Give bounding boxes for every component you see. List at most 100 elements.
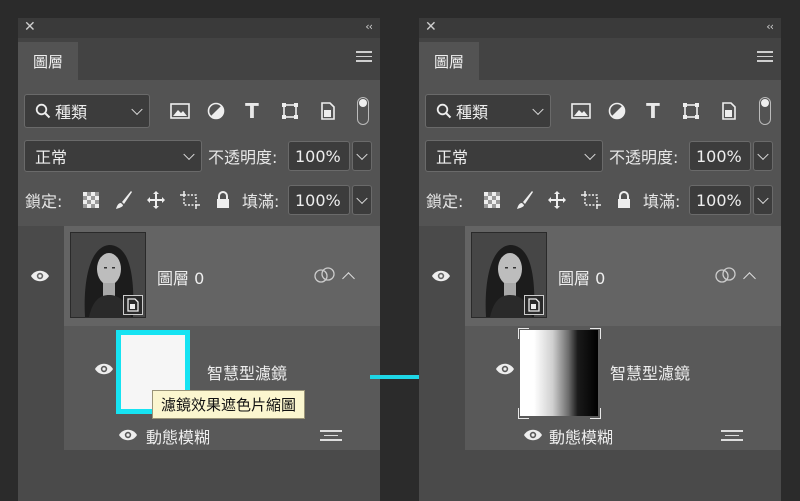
opacity-input[interactable]: 100%	[288, 141, 350, 171]
close-icon[interactable]: ✕	[24, 19, 36, 35]
smart-filter-link-icon	[314, 267, 335, 283]
smart-object-filter-icon[interactable]	[717, 94, 741, 128]
opacity-dropdown[interactable]	[352, 141, 372, 171]
lock-label: 鎖定:	[426, 192, 464, 211]
filter-mask-thumbnail-gradient[interactable]	[520, 330, 598, 416]
smart-object-badge-icon	[524, 295, 544, 315]
layer-thumbnail[interactable]	[70, 232, 146, 318]
blend-mode-select[interactable]: 正常	[425, 140, 603, 172]
tab-row: 圖層	[419, 38, 781, 80]
collapse-filters-icon[interactable]	[743, 272, 756, 285]
lock-artboard-icon[interactable]	[178, 184, 202, 216]
layers-list: 圖層 0 智慧型濾鏡 動態模糊	[419, 226, 781, 501]
fill-dropdown[interactable]	[753, 185, 773, 215]
chevron-down-icon	[131, 103, 143, 116]
smart-object-badge-icon	[123, 295, 143, 315]
layer-row[interactable]: 圖層 0	[432, 226, 781, 326]
blend-row: 正常 不透明度: 100%	[18, 140, 380, 172]
lock-all-icon[interactable]	[212, 184, 234, 216]
layer-row[interactable]: 圖層 0	[31, 226, 380, 326]
fill-input[interactable]: 100%	[689, 185, 751, 215]
smart-filters-visibility-eye-icon[interactable]	[495, 362, 515, 376]
layer-name[interactable]: 圖層 0	[558, 265, 605, 289]
blend-mode-select[interactable]: 正常	[24, 140, 202, 172]
smart-filters-label: 智慧型濾鏡	[610, 364, 691, 383]
fill-dropdown[interactable]	[352, 185, 372, 215]
layer-thumbnail[interactable]	[471, 232, 547, 318]
tab-row: 圖層	[18, 38, 380, 80]
collapse-filters-icon[interactable]	[342, 272, 355, 285]
mask-corner	[590, 408, 601, 419]
smart-filter-link-icon	[715, 267, 736, 283]
shape-filter-icon[interactable]	[278, 94, 302, 128]
blending-options-icon[interactable]	[320, 430, 342, 444]
lock-position-icon[interactable]	[144, 184, 168, 216]
lock-transparent-pixels-icon[interactable]	[481, 184, 503, 216]
lock-row: 鎖定: 填滿: 100%	[18, 184, 380, 216]
collapse-icon[interactable]: ‹‹	[766, 20, 774, 33]
filter-name[interactable]: 動態模糊	[146, 424, 210, 448]
tab-layers[interactable]: 圖層	[18, 42, 78, 80]
smart-filters-row: 智慧型濾鏡 動態模糊	[465, 326, 781, 450]
mask-corner	[518, 328, 529, 339]
smart-filters-visibility-eye-icon[interactable]	[94, 362, 114, 376]
lock-label: 鎖定:	[25, 192, 63, 211]
lock-image-pixels-icon[interactable]	[514, 184, 536, 216]
type-filter-icon[interactable]: T	[641, 94, 665, 128]
chevron-down-icon	[757, 192, 769, 205]
image-filter-icon[interactable]	[168, 94, 192, 128]
lock-all-icon[interactable]	[613, 184, 635, 216]
smart-filters-row: 智慧型濾鏡 濾鏡效果遮色片縮圖 動態模糊	[64, 326, 380, 450]
lock-artboard-icon[interactable]	[579, 184, 603, 216]
filter-row: 種類 T	[18, 94, 380, 128]
mask-corner	[590, 328, 601, 339]
fill-input[interactable]: 100%	[288, 185, 350, 215]
chevron-down-icon	[532, 103, 544, 116]
adjustment-filter-icon[interactable]	[204, 94, 228, 128]
filter-name[interactable]: 動態模糊	[549, 424, 613, 448]
mask-corner	[518, 408, 529, 419]
chevron-down-icon	[183, 148, 195, 161]
lock-transparent-pixels-icon[interactable]	[80, 184, 102, 216]
tooltip: 濾鏡效果遮色片縮圖	[152, 390, 306, 419]
visibility-eye-icon[interactable]	[431, 269, 451, 283]
search-icon	[436, 103, 452, 119]
smart-filters-label: 智慧型濾鏡	[207, 364, 288, 383]
chevron-down-icon	[584, 148, 596, 161]
smart-object-filter-icon[interactable]	[316, 94, 340, 128]
blending-options-icon[interactable]	[721, 430, 743, 444]
search-icon	[35, 103, 51, 119]
lock-image-pixels-icon[interactable]	[113, 184, 135, 216]
lock-position-icon[interactable]	[545, 184, 569, 216]
collapse-icon[interactable]: ‹‹	[365, 20, 373, 33]
filter-visibility-eye-icon[interactable]	[118, 428, 138, 442]
layer-name[interactable]: 圖層 0	[157, 265, 204, 289]
visibility-eye-icon[interactable]	[30, 269, 50, 283]
filter-kind-select[interactable]: 種類	[24, 94, 150, 128]
panel-titlebar: ✕ ‹‹	[18, 18, 380, 38]
tab-layers[interactable]: 圖層	[419, 42, 479, 80]
lock-row: 鎖定: 填滿: 100%	[419, 184, 781, 216]
chevron-down-icon	[356, 148, 368, 161]
chevron-down-icon	[757, 148, 769, 161]
image-filter-icon[interactable]	[569, 94, 593, 128]
type-filter-icon[interactable]: T	[240, 94, 264, 128]
filter-visibility-eye-icon[interactable]	[523, 428, 543, 442]
opacity-input[interactable]: 100%	[689, 141, 751, 171]
layers-panel-before: ✕ ‹‹ 圖層 種類 T 正常 不透明度: 100% 鎖定: 填滿: 100% …	[18, 18, 380, 501]
filter-toggle[interactable]	[357, 97, 369, 125]
adjustment-filter-icon[interactable]	[605, 94, 629, 128]
panel-titlebar: ✕ ‹‹	[419, 18, 781, 38]
opacity-label: 不透明度:	[208, 148, 278, 167]
close-icon[interactable]: ✕	[425, 19, 437, 35]
opacity-label: 不透明度:	[609, 148, 679, 167]
layers-list: 圖層 0 智慧型濾鏡 濾鏡效果遮色片縮圖 動態模糊	[18, 226, 380, 501]
filter-toggle[interactable]	[759, 97, 771, 125]
fill-label: 填滿:	[242, 192, 280, 211]
chevron-down-icon	[356, 192, 368, 205]
panel-menu-icon[interactable]	[757, 51, 773, 65]
opacity-dropdown[interactable]	[753, 141, 773, 171]
panel-menu-icon[interactable]	[356, 51, 372, 65]
filter-kind-select[interactable]: 種類	[425, 94, 551, 128]
shape-filter-icon[interactable]	[679, 94, 703, 128]
